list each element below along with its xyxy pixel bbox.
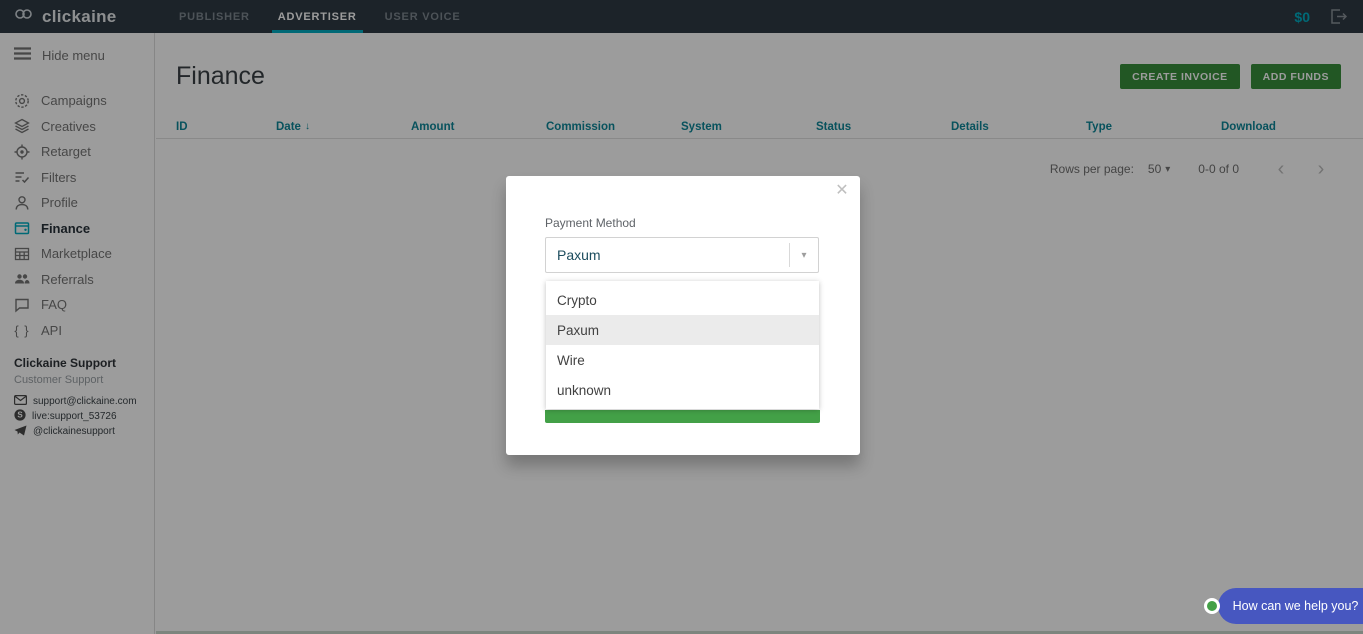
option-crypto[interactable]: Crypto bbox=[546, 285, 819, 315]
close-icon[interactable]: ✕ bbox=[832, 180, 852, 200]
option-unknown[interactable]: unknown bbox=[546, 375, 819, 405]
payment-method-select[interactable]: Paxum ▾ bbox=[545, 237, 819, 273]
caret-down-icon: ▾ bbox=[790, 250, 818, 261]
add-funds-modal: ✕ Payment Method Paxum ▾ Crypto Paxum Wi… bbox=[506, 176, 860, 455]
chat-widget: How can we help you? bbox=[1218, 588, 1363, 624]
online-status-icon bbox=[1204, 598, 1220, 614]
page: clickaine PUBLISHER ADVERTISER USER VOIC… bbox=[0, 0, 1363, 634]
payment-method-value: Paxum bbox=[546, 247, 789, 263]
payment-method-label: Payment Method bbox=[545, 216, 636, 230]
option-paxum[interactable]: Paxum bbox=[546, 315, 819, 345]
option-wire[interactable]: Wire bbox=[546, 345, 819, 375]
chat-launcher-button[interactable]: How can we help you? bbox=[1218, 588, 1363, 624]
payment-method-dropdown: Crypto Paxum Wire unknown bbox=[546, 281, 819, 409]
chat-label: How can we help you? bbox=[1223, 599, 1359, 613]
submit-button[interactable] bbox=[545, 410, 820, 423]
